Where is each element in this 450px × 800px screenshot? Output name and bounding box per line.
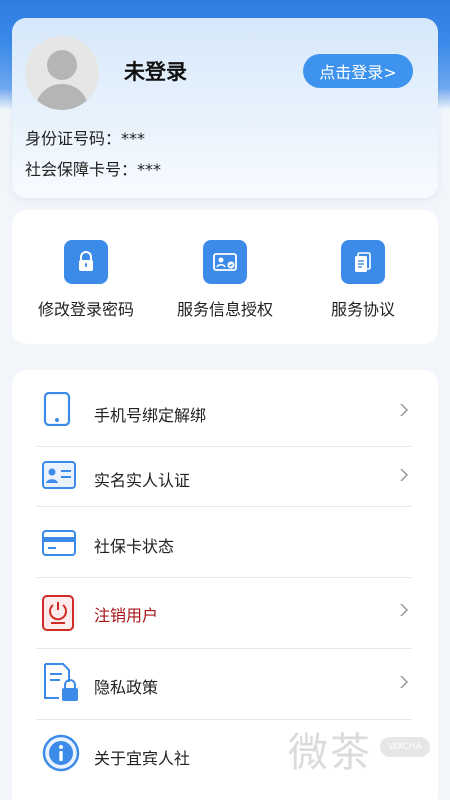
deregister-user-item[interactable]: 注销用户 — [36, 578, 412, 649]
profile-card: 未登录 点击登录> 身份证号码：*** 社会保障卡号：*** — [12, 18, 438, 198]
avatar-head-shape — [47, 50, 77, 80]
service-authorization-button[interactable]: 服务信息授权 — [155, 240, 295, 320]
chevron-right-icon — [400, 604, 409, 616]
service-agreement-label: 服务协议 — [330, 300, 395, 319]
power-off-icon — [42, 595, 74, 635]
id-card-check-icon — [203, 240, 247, 284]
watermark-logo-text: 微茶 — [288, 730, 372, 776]
change-password-label: 修改登录密码 — [37, 300, 134, 319]
watermark-badge: WXCHA — [380, 737, 430, 757]
social-card-status-item[interactable]: 社保卡状态 — [36, 507, 412, 578]
phone-binding-label: 手机号绑定解绑 — [94, 406, 207, 425]
social-security-card-number: 社会保障卡号：*** — [25, 160, 162, 179]
info-icon — [42, 734, 80, 776]
real-name-verification-item[interactable]: 实名实人认证 — [36, 447, 412, 507]
avatar[interactable] — [25, 36, 99, 110]
login-button[interactable]: 点击登录> — [303, 54, 413, 88]
quick-actions-card: 修改登录密码 服务信息授权 服务协议 — [12, 210, 438, 344]
chevron-right-icon — [400, 676, 409, 688]
deregister-user-label: 注销用户 — [94, 606, 159, 625]
id-card-icon — [42, 461, 76, 493]
document-icon — [341, 240, 385, 284]
service-agreement-button[interactable]: 服务协议 — [293, 240, 433, 320]
real-name-verification-label: 实名实人认证 — [94, 471, 191, 490]
social-card-status-label: 社保卡状态 — [94, 537, 175, 556]
about-label: 关于宜宾人社 — [94, 749, 191, 768]
phone-icon — [42, 391, 72, 430]
chevron-right-icon — [400, 404, 409, 416]
avatar-body-shape — [35, 84, 89, 110]
privacy-policy-item[interactable]: 隐私政策 — [36, 649, 412, 720]
username: 未登录 — [124, 60, 187, 84]
lock-icon — [64, 240, 108, 284]
card-icon — [42, 530, 76, 560]
change-password-button[interactable]: 修改登录密码 — [16, 240, 156, 320]
chevron-right-icon — [400, 469, 409, 481]
settings-list-card: 手机号绑定解绑 实名实人认证 社保卡状态 注销用户 隐私政策 关于宜宾人社 — [12, 370, 438, 800]
privacy-lock-doc-icon — [42, 662, 78, 706]
id-card-number: 身份证号码：*** — [25, 129, 146, 148]
phone-binding-item[interactable]: 手机号绑定解绑 — [36, 374, 412, 447]
service-authorization-label: 服务信息授权 — [176, 300, 273, 319]
privacy-policy-label: 隐私政策 — [94, 678, 159, 697]
